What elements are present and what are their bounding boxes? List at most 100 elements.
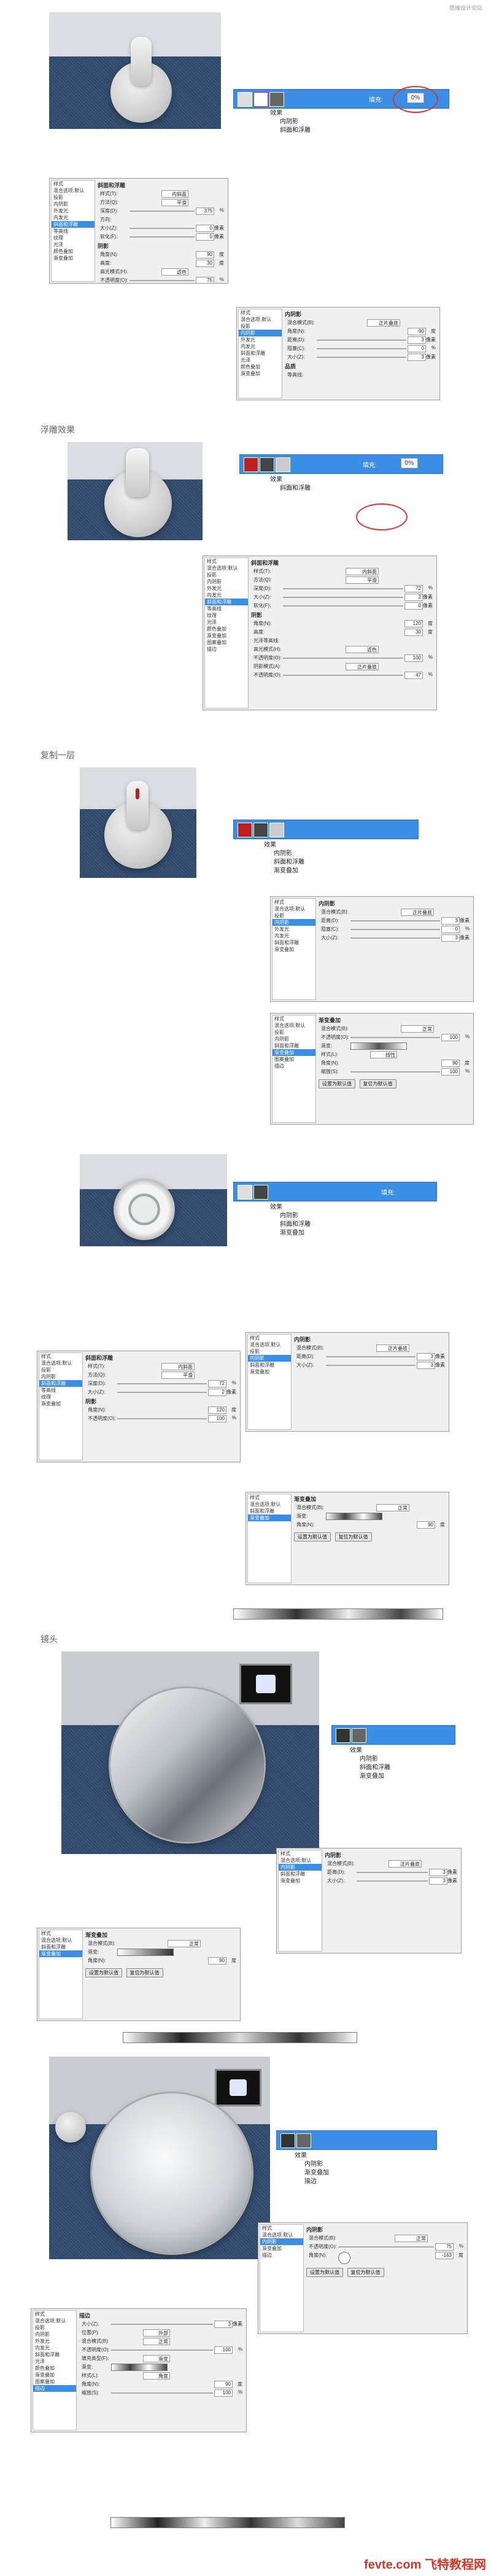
effect-gradient[interactable]: 渐变叠加 [264, 867, 304, 875]
style-list-item[interactable]: 渐变叠加 [239, 370, 282, 377]
style-list-item-selected[interactable]: 内阴影 [239, 330, 282, 336]
size-slider[interactable] [283, 597, 403, 598]
style-list-item[interactable]: 样式 [248, 1335, 291, 1341]
style-list-item[interactable]: 斜面和浮雕 [33, 2351, 76, 2358]
opacity-slider[interactable] [283, 675, 403, 676]
method-select[interactable]: 平滑 [346, 576, 379, 584]
shadow-mode-select[interactable]: 正片叠底 [346, 663, 379, 670]
reset-default-button[interactable]: 复位为默认值 [334, 1532, 372, 1542]
style-list-item-selected[interactable]: 内阴影 [260, 2238, 303, 2245]
distance-slider[interactable] [357, 1872, 428, 1873]
soften-slider[interactable] [130, 236, 195, 238]
soften-input[interactable]: 0 [404, 602, 423, 610]
blend-select[interactable]: 正常 [376, 1504, 409, 1511]
style-list-item[interactable]: 样式 [273, 899, 315, 906]
style-list-item[interactable]: 渐变叠加 [260, 2245, 303, 2252]
fill-input[interactable]: 0% [400, 458, 418, 468]
scale-input[interactable]: 100 [441, 1068, 460, 1076]
gradient-preview[interactable] [117, 1949, 174, 1956]
style-list-item[interactable]: 图案叠加 [205, 639, 248, 646]
method-select[interactable]: 平滑 [161, 1371, 195, 1379]
opacity-input[interactable]: 47 [404, 672, 423, 679]
style-list-item[interactable]: 混合选项:默认 [279, 1857, 322, 1864]
style-list-item[interactable]: 投影 [39, 1367, 82, 1373]
gstyle-select[interactable]: 线性 [370, 1051, 397, 1058]
size-input[interactable]: 0 [196, 225, 214, 232]
soften-input[interactable]: 0 [196, 233, 214, 241]
style-list-item[interactable]: 描边 [260, 2252, 303, 2259]
style-list-item[interactable]: 等高线 [52, 228, 95, 235]
style-list-item[interactable]: 渐变叠加 [39, 1400, 82, 1407]
style-list-item[interactable]: 内发光 [52, 214, 95, 221]
style-list-item[interactable]: 斜面和浮雕 [273, 939, 315, 946]
style-list-item[interactable]: 颜色叠加 [239, 363, 282, 370]
size-input[interactable]: 3 [417, 1362, 435, 1369]
style-list-item[interactable]: 内阴影 [39, 1373, 82, 1380]
blend-select[interactable]: 正常 [401, 1025, 434, 1033]
distance-input[interactable]: 3 [429, 1869, 447, 1876]
effect-gradient[interactable]: 渐变叠加 [270, 1229, 311, 1238]
size-input[interactable]: 2 [404, 594, 423, 601]
effect-inner-shadow[interactable]: 内阴影 [264, 850, 304, 858]
style-list-item[interactable]: 投影 [52, 194, 95, 201]
style-list-item[interactable]: 样式 [239, 309, 282, 316]
style-list-item[interactable]: 光泽 [205, 619, 248, 626]
size-slider[interactable] [326, 1365, 416, 1366]
style-list-item[interactable]: 混合选项:默认 [273, 906, 315, 912]
style-list-item[interactable]: 内发光 [239, 343, 282, 350]
style-list-item-selected[interactable]: 斜面和浮雕 [205, 599, 248, 605]
layer-bar-4[interactable]: 填充: [233, 1182, 437, 1201]
style-list-item[interactable]: 渐变叠加 [279, 1877, 322, 1884]
effect-inner-shadow[interactable]: 内阴影 [295, 2160, 329, 2169]
size-slider[interactable] [117, 1392, 207, 1393]
style-list-item[interactable]: 图案叠加 [273, 1056, 315, 1063]
style-list-item[interactable]: 混合选项:默认 [248, 1341, 291, 1348]
style-list-item[interactable]: 内发光 [33, 2345, 76, 2351]
distance-slider[interactable] [326, 1356, 416, 1357]
style-list-item[interactable]: 投影 [273, 912, 315, 919]
choke-input[interactable]: 0 [441, 926, 460, 933]
style-list-item[interactable]: 样式 [273, 1015, 315, 1022]
style-list-item[interactable]: 光泽 [239, 357, 282, 363]
effect-bevel[interactable]: 斜面和浮雕 [350, 1764, 390, 1772]
style-list-item[interactable]: 图案叠加 [33, 2378, 76, 2385]
style-list-item[interactable]: 样式 [279, 1850, 322, 1857]
gradient-preview[interactable] [326, 1513, 382, 1520]
style-list-item[interactable]: 投影 [273, 1029, 315, 1036]
style-list-item[interactable]: 投影 [33, 2324, 76, 2331]
size-input[interactable]: 3 [429, 1877, 447, 1885]
size-slider[interactable] [111, 2324, 213, 2325]
angle-input[interactable]: 90 [417, 1521, 435, 1529]
effect-bevel[interactable]: 斜面和浮雕 [270, 126, 311, 135]
blend-select[interactable]: 正片叠底 [401, 909, 434, 916]
blend-select[interactable]: 正常 [395, 2235, 428, 2242]
effect-stroke[interactable]: 描边 [295, 2178, 329, 2186]
scale-slider[interactable] [350, 1071, 440, 1073]
style-list-item[interactable]: 渐变叠加 [248, 1368, 291, 1375]
method-select[interactable]: 平滑 [161, 199, 188, 206]
style-list-item[interactable]: 样式 [39, 1353, 82, 1360]
style-list-item[interactable]: 纹理 [39, 1394, 82, 1400]
style-select[interactable]: 内斜面 [346, 568, 379, 575]
style-list-item[interactable]: 渐变叠加 [33, 2372, 76, 2378]
style-list-item[interactable]: 样式 [248, 1494, 291, 1501]
opacity-slider[interactable] [130, 280, 195, 281]
angle-input[interactable]: 90 [196, 251, 214, 258]
style-list-item[interactable]: 光泽 [52, 241, 95, 248]
opacity-input[interactable]: 100 [214, 2346, 233, 2354]
size-input[interactable]: 3 [441, 934, 460, 942]
angle-input[interactable]: 120 [404, 620, 423, 627]
style-list-item-selected[interactable]: 斜面和浮雕 [52, 221, 95, 228]
style-list-item[interactable]: 内阴影 [273, 1036, 315, 1042]
effect-gradient[interactable]: 渐变叠加 [295, 2169, 329, 2178]
angle-input[interactable]: -163 [435, 2252, 454, 2259]
style-list-item[interactable]: 样式 [260, 2225, 303, 2232]
size-slider[interactable] [350, 937, 440, 939]
style-list-item[interactable]: 混合选项:默认 [33, 2318, 76, 2324]
highlight-select[interactable]: 滤色 [346, 646, 379, 653]
style-list-item[interactable]: 渐变叠加 [52, 255, 95, 262]
opacity-slider[interactable] [111, 2349, 213, 2351]
opacity-slider[interactable] [283, 658, 403, 659]
size-slider[interactable] [317, 357, 406, 358]
reset-default-button[interactable]: 复位为默认值 [359, 1079, 396, 1088]
